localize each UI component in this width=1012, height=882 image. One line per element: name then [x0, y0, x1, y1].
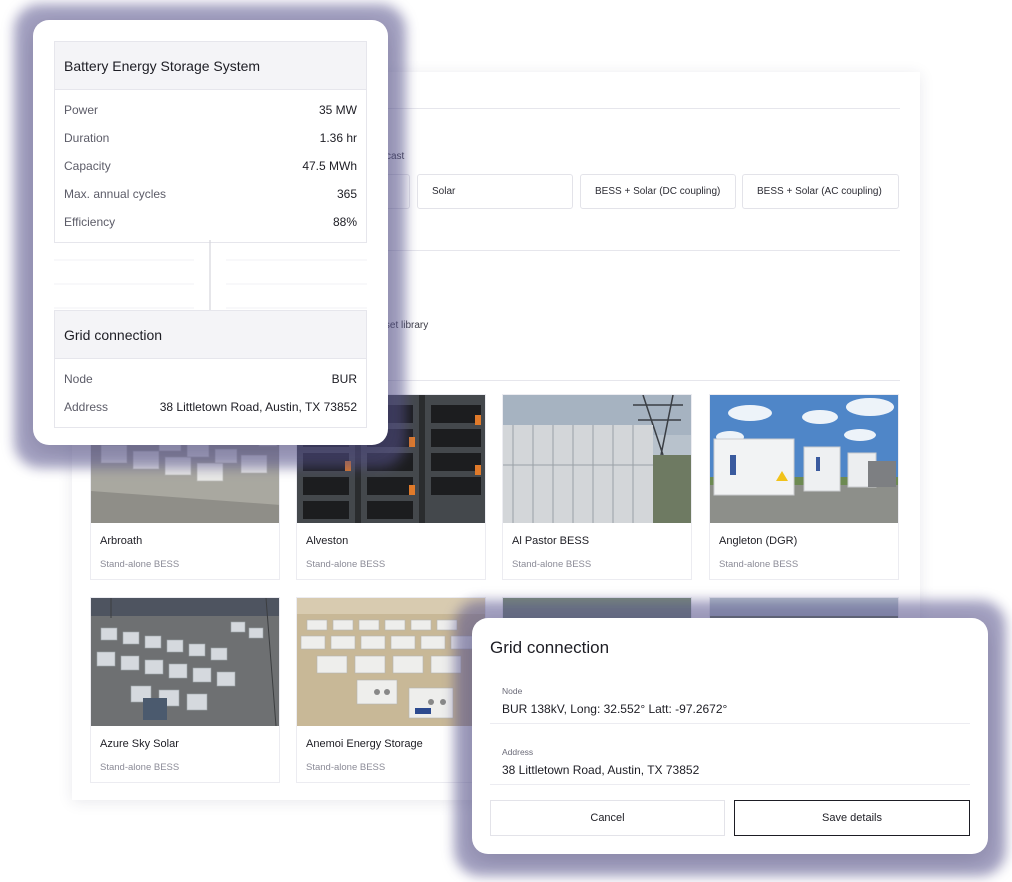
asset-photo — [91, 598, 279, 726]
field-label: Address — [502, 747, 534, 757]
row-label: Max. annual cycles — [64, 187, 167, 201]
asset-summary-panel: Battery Energy Storage System Power 35 M… — [33, 20, 388, 445]
bess-section: Battery Energy Storage System Power 35 M… — [54, 41, 367, 243]
grid-section: Grid connection Node BUR Address 38 Litt… — [54, 310, 367, 428]
row-value: 47.5 MWh — [302, 159, 357, 173]
summary-row-power: Power 35 MW — [55, 96, 366, 124]
divider — [386, 250, 900, 251]
row-label: Power — [64, 103, 99, 117]
asset-name: Angleton (DGR) — [719, 535, 798, 547]
node-field[interactable]: Node BUR 138kV, Long: 32.552° Latt: -97.… — [490, 678, 970, 724]
divider — [386, 380, 900, 381]
asset-type-option-solar[interactable]: Solar — [417, 174, 573, 209]
row-value: 365 — [336, 187, 357, 201]
asset-photo — [503, 395, 691, 523]
row-label: Duration — [64, 131, 110, 145]
asset-card-azure-sky-solar[interactable]: Azure Sky Solar Stand-alone BESS — [90, 597, 280, 783]
asset-kind: Stand-alone BESS — [100, 762, 180, 773]
row-value: 35 MW — [318, 103, 357, 117]
asset-kind: Stand-alone BESS — [100, 559, 180, 570]
summary-row-annual-cycles: Max. annual cycles 365 — [55, 180, 366, 208]
asset-name: Al Pastor BESS — [512, 535, 590, 547]
asset-name: Alveston — [306, 535, 349, 547]
asset-card-al-pastor-bess[interactable]: Al Pastor BESS Stand-alone BESS — [502, 394, 692, 580]
row-value: 1.36 hr — [319, 131, 357, 145]
cancel-button[interactable]: Cancel — [490, 800, 725, 836]
summary-row-capacity: Capacity 47.5 MWh — [55, 152, 366, 180]
field-label: Node — [502, 686, 523, 696]
asset-card-angleton-dgr[interactable]: Angleton (DGR) Stand-alone BESS — [709, 394, 899, 580]
row-label: Address — [64, 400, 109, 414]
asset-kind: Stand-alone BESS — [306, 762, 386, 773]
asset-kind: Stand-alone BESS — [306, 559, 386, 570]
summary-row-duration: Duration 1.36 hr — [55, 124, 366, 152]
asset-photo — [710, 395, 898, 523]
asset-kind: Stand-alone BESS — [512, 559, 592, 570]
grid-connection-modal: Grid connection Node BUR 138kV, Long: 32… — [472, 618, 988, 854]
row-label: Node — [64, 372, 93, 386]
asset-type-option-dc-coupling[interactable]: BESS + Solar (DC coupling) — [580, 174, 736, 209]
summary-row-efficiency: Efficiency 88% — [55, 208, 366, 236]
row-label: Capacity — [64, 159, 111, 173]
asset-type-option-ac-coupling[interactable]: BESS + Solar (AC coupling) — [742, 174, 899, 209]
section-title: Grid connection — [55, 311, 366, 359]
asset-kind: Stand-alone BESS — [719, 559, 799, 570]
field-value[interactable]: BUR 138kV, Long: 32.552° Latt: -97.2672° — [502, 702, 727, 716]
row-label: Efficiency — [64, 215, 116, 229]
asset-name: Arbroath — [100, 535, 143, 547]
section-title: Battery Energy Storage System — [55, 42, 366, 90]
field-value[interactable]: 38 Littletown Road, Austin, TX 73852 — [502, 763, 699, 777]
asset-name: Azure Sky Solar — [100, 738, 179, 750]
save-details-button[interactable]: Save details — [734, 800, 970, 836]
summary-row-address: Address 38 Littletown Road, Austin, TX 7… — [55, 393, 366, 421]
row-value: 88% — [332, 215, 357, 229]
row-value: 38 Littletown Road, Austin, TX 73852 — [159, 400, 357, 414]
row-value: BUR — [331, 372, 357, 386]
address-field[interactable]: Address 38 Littletown Road, Austin, TX 7… — [490, 739, 970, 785]
modal-title: Grid connection — [490, 638, 610, 657]
divider — [386, 108, 900, 109]
summary-row-node: Node BUR — [55, 365, 366, 393]
asset-name: Anemoi Energy Storage — [306, 738, 423, 750]
